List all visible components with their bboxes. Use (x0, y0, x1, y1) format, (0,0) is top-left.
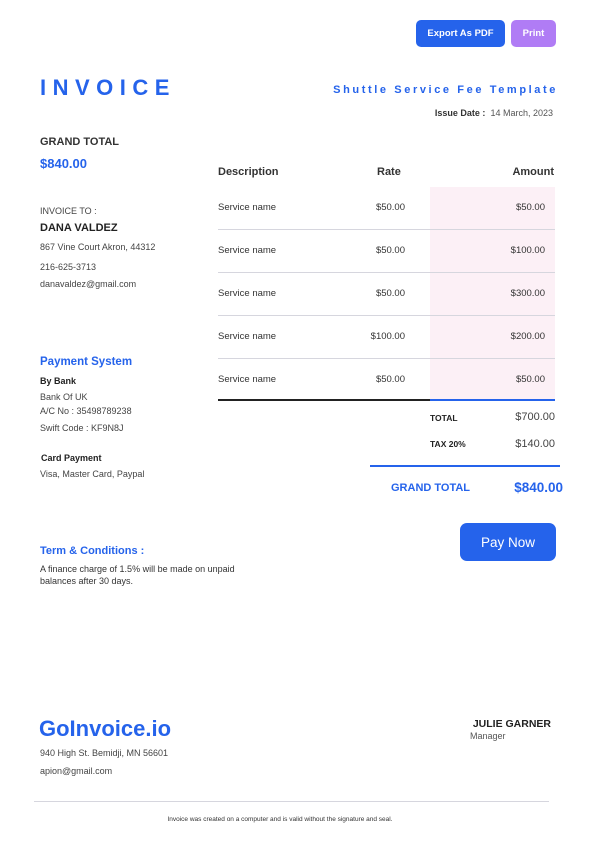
terms-text: A finance charge of 1.5% will be made on… (40, 564, 235, 586)
table-row: Service name $100.00 $200.00 (218, 316, 555, 359)
issue-date-label: Issue Date : (434, 108, 486, 118)
total-label: TOTAL (430, 413, 458, 423)
totals-divider (370, 465, 560, 467)
card-types: Visa, Master Card, Paypal (40, 469, 145, 479)
table-row: Service name $50.00 $300.00 (218, 273, 555, 316)
grand-total-value: $840.00 (40, 156, 87, 171)
tax-label: TAX 20% (430, 439, 466, 449)
pay-now-button[interactable]: Pay Now (460, 523, 556, 561)
company-logo-text: GoInvoice.io (39, 716, 172, 741)
client-phone: 216-625-3713 (40, 262, 97, 272)
client-address: 867 Vine Court Akron, 44312 (40, 242, 156, 252)
account-number: A/C No : 35498789238 (40, 406, 132, 416)
row-amount: $100.00 (510, 245, 545, 256)
column-header-rate: Rate (377, 166, 401, 178)
issue-date: Issue Date : 14 March, 2023 (435, 108, 553, 118)
row-amount: $50.00 (515, 202, 545, 213)
terms-title: Term & Conditions : (40, 545, 145, 557)
table-bottom-divider (218, 399, 430, 401)
company-email: apion@gmail.com (40, 766, 113, 776)
invoice-title: INVOICE (40, 75, 176, 100)
issue-date-value: 14 March, 2023 (490, 108, 553, 118)
row-amount: $200.00 (510, 331, 545, 342)
row-description: Service name (218, 331, 277, 342)
row-description: Service name (218, 245, 277, 256)
footer-note: Invoice was created on a computer and is… (167, 816, 393, 823)
row-description: Service name (218, 288, 277, 299)
final-grand-total-value: $840.00 (514, 480, 563, 495)
footer-divider (34, 801, 549, 802)
column-header-amount: Amount (512, 166, 554, 178)
table-row: Service name $50.00 $50.00 (218, 187, 555, 230)
row-rate: $100.00 (370, 331, 405, 342)
client-email: danavaldez@gmail.com (40, 279, 137, 289)
column-header-description: Description (218, 166, 279, 178)
row-amount: $50.00 (515, 374, 545, 385)
amount-bottom-divider (430, 399, 555, 401)
tax-value: $140.00 (515, 438, 555, 450)
row-rate: $50.00 (375, 288, 405, 299)
company-address: 940 High St. Bemidji, MN 56601 (40, 748, 169, 758)
grand-total-label: GRAND TOTAL (40, 136, 120, 148)
row-description: Service name (218, 374, 277, 385)
total-value: $700.00 (515, 411, 555, 423)
invoice-to-label: INVOICE TO : (40, 206, 97, 216)
bank-heading: By Bank (40, 376, 77, 386)
table-row: Service name $50.00 $50.00 (218, 359, 555, 402)
signer-name: JULIE GARNER (472, 718, 551, 730)
swift-code: Swift Code : KF9N8J (40, 423, 124, 433)
payment-system-title: Payment System (40, 356, 133, 368)
row-rate: $50.00 (375, 245, 405, 256)
export-pdf-button[interactable]: Export As PDF (416, 20, 505, 47)
client-name: DANA VALDEZ (40, 222, 118, 234)
table-row: Service name $50.00 $100.00 (218, 230, 555, 273)
template-name: Shuttle Service Fee Template (333, 84, 558, 96)
print-button[interactable]: Print (511, 20, 556, 47)
final-grand-total-label: GRAND TOTAL (391, 482, 471, 494)
row-amount: $300.00 (510, 288, 545, 299)
bank-name: Bank Of UK (40, 392, 88, 402)
row-rate: $50.00 (375, 374, 405, 385)
card-payment-heading: Card Payment (41, 453, 102, 463)
signer-role: Manager (470, 731, 506, 741)
row-description: Service name (218, 202, 277, 213)
row-rate: $50.00 (375, 202, 405, 213)
